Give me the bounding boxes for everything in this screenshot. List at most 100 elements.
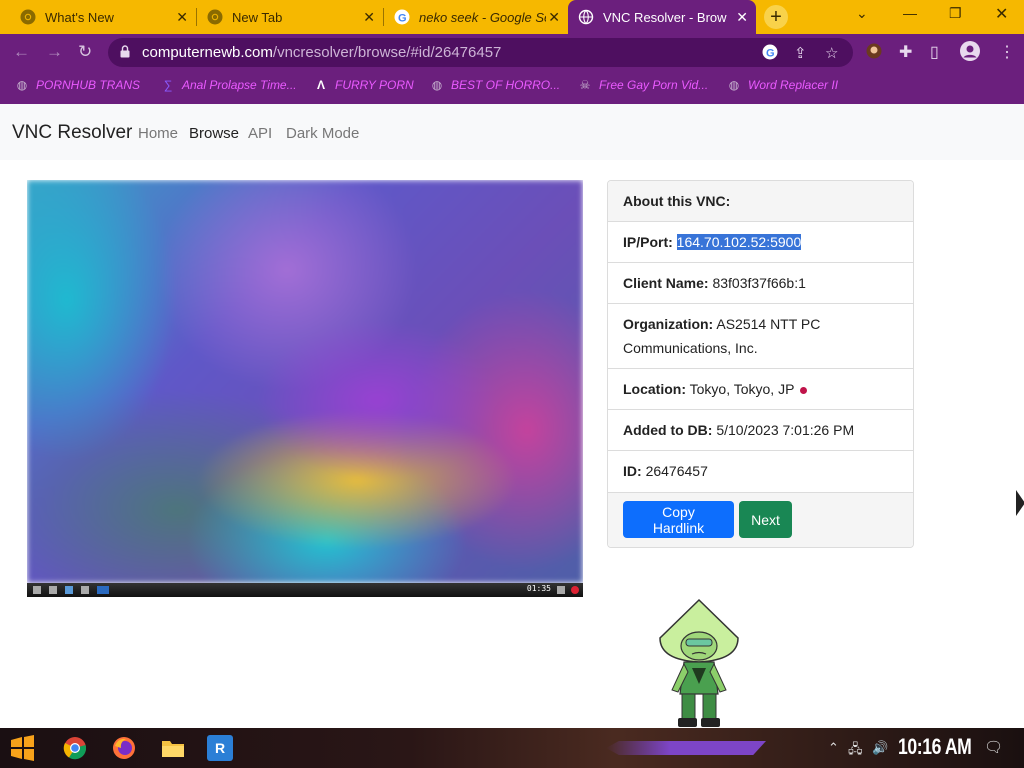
chevron-down-icon[interactable]: ⌄ <box>856 5 868 22</box>
tab-title: New Tab <box>232 9 283 25</box>
network-icon[interactable]: 🖧 <box>848 740 863 762</box>
tab-new-tab[interactable]: New Tab ✕ <box>197 0 383 34</box>
nav-home[interactable]: Home <box>138 125 178 142</box>
address-bar[interactable]: computernewb.com/vncresolver/browse/#id/… <box>108 38 853 67</box>
lambda-icon: Λ <box>316 78 325 92</box>
bookmark-item[interactable]: ◍ PORNHUB TRANS <box>15 78 140 92</box>
mascot-character-image <box>659 598 739 727</box>
vnc-tray-icon <box>33 586 41 594</box>
tab-title: VNC Resolver - Brows <box>603 9 727 25</box>
chrome-icon <box>20 9 36 25</box>
vnc-tray-icon <box>49 586 57 594</box>
system-clock[interactable]: 10:16 AM <box>898 734 972 760</box>
vnc-tray-icon <box>97 586 109 594</box>
side-panel-icon[interactable]: ▯ <box>930 42 939 62</box>
bookmark-item[interactable]: ◍ BEST OF HORRO... <box>430 78 560 92</box>
card-footer: Copy Hardlink Next <box>608 493 913 547</box>
row-label: Organization: <box>623 316 714 332</box>
minimize-icon[interactable]: — <box>903 5 917 21</box>
info-row-location: Location: Tokyo, Tokyo, JP <box>608 369 913 410</box>
firefox-taskbar-icon[interactable] <box>110 734 138 762</box>
row-value: 26476457 <box>645 463 708 479</box>
row-text: Client Name: 83f03f37f66b:1 <box>623 271 903 295</box>
bookmark-label: FURRY PORN <box>335 78 414 92</box>
vnc-tray-icon <box>65 586 73 594</box>
new-tab-button[interactable]: + <box>764 5 788 29</box>
url-path: /vncresolver/browse/#id/26476457 <box>272 44 502 61</box>
row-label: ID: <box>623 463 642 479</box>
site-navbar: VNC Resolver Home Browse API Dark Mode <box>0 104 1024 160</box>
notifications-icon[interactable]: 🗨 <box>984 738 1003 756</box>
google-icon: G <box>394 9 410 25</box>
tab-vnc-resolver[interactable]: VNC Resolver - Brows ✕ <box>568 0 756 34</box>
vnc-tray-icon <box>81 586 89 594</box>
tab-whats-new[interactable]: What's New ✕ <box>10 0 196 34</box>
site-brand[interactable]: VNC Resolver <box>12 122 132 144</box>
forward-icon[interactable]: → <box>46 42 63 62</box>
next-button[interactable]: Next <box>739 501 792 538</box>
tab-strip: What's New ✕ New Tab ✕ G neko seek - Goo… <box>0 0 1024 34</box>
bookmark-icon: ∑ <box>163 78 173 92</box>
decorative-tray-bar <box>606 741 766 755</box>
bookmark-item[interactable]: Λ FURRY PORN <box>314 78 414 92</box>
url-text: computernewb.com/vncresolver/browse/#id/… <box>142 44 501 61</box>
row-text: Location: Tokyo, Tokyo, JP <box>623 377 903 401</box>
start-button-icon[interactable] <box>8 734 36 762</box>
bookmark-item[interactable]: ☠ Free Gay Porn Vid... <box>578 78 709 92</box>
nav-dark-mode[interactable]: Dark Mode <box>286 125 359 142</box>
chevron-up-icon[interactable]: ⌃ <box>828 740 839 756</box>
remote-desktop-icon[interactable]: R <box>207 735 233 761</box>
avatar-extension-icon[interactable] <box>866 43 882 64</box>
reload-icon[interactable]: ↻ <box>78 42 92 62</box>
row-value: 83f03f37f66b:1 <box>712 275 806 291</box>
tab-title: What's New <box>45 9 114 25</box>
power-icon <box>571 586 579 594</box>
info-row-ip-port: IP/Port: 164.70.102.52:5900 <box>608 222 913 263</box>
bookmark-item[interactable]: ◍ Word Replacer II <box>727 78 838 92</box>
card-header: About this VNC: <box>608 181 913 222</box>
bookmark-label: BEST OF HORRO... <box>451 78 561 92</box>
chrome-taskbar-icon[interactable] <box>61 734 89 762</box>
maximize-icon[interactable]: ❐ <box>949 5 962 22</box>
row-value: Tokyo, Tokyo, JP <box>689 381 795 397</box>
bookmark-item[interactable]: ∑ Anal Prolapse Time... <box>161 78 297 92</box>
bookmark-label: PORNHUB TRANS <box>36 78 141 92</box>
ip-port-value[interactable]: 164.70.102.52:5900 <box>676 234 802 250</box>
svg-text:G: G <box>398 13 407 25</box>
tab-neko-seek[interactable]: G neko seek - Google Se ✕ <box>384 0 568 34</box>
file-explorer-icon[interactable] <box>159 734 187 762</box>
vnc-info-card: About this VNC: IP/Port: 164.70.102.52:5… <box>607 180 914 548</box>
copy-hardlink-button[interactable]: Copy Hardlink <box>623 501 734 538</box>
svg-text:G: G <box>766 48 775 60</box>
puzzle-icon[interactable]: ✚ <box>899 42 912 62</box>
close-icon[interactable]: ✕ <box>736 9 748 25</box>
browser-toolbar: ← → ↻ computernewb.com/vncresolver/brows… <box>0 34 1024 71</box>
nav-browse[interactable]: Browse <box>189 125 239 142</box>
row-label: Client Name: <box>623 275 709 291</box>
row-label: Location: <box>623 381 686 397</box>
back-icon[interactable]: ← <box>13 42 30 62</box>
info-row-client-name: Client Name: 83f03f37f66b:1 <box>608 263 913 304</box>
vnc-tray-icon <box>557 586 565 594</box>
nav-api[interactable]: API <box>248 125 272 142</box>
globe-icon: ◍ <box>431 78 443 92</box>
share-icon[interactable]: ⇪ <box>794 44 807 62</box>
close-window-icon[interactable]: ✕ <box>995 4 1008 24</box>
close-icon[interactable]: ✕ <box>176 9 188 25</box>
row-text: ID: 26476457 <box>623 459 903 483</box>
close-icon[interactable]: ✕ <box>363 9 375 25</box>
volume-icon[interactable]: 🔊 <box>872 740 888 756</box>
bookmark-label: Anal Prolapse Time... <box>182 78 297 92</box>
vnc-screenshot: 01:35 <box>27 180 583 597</box>
profile-icon[interactable] <box>960 41 980 66</box>
lock-icon <box>120 45 130 58</box>
row-text: Organization: AS2514 NTT PC Communicatio… <box>623 312 903 360</box>
bookmark-label: Word Replacer II <box>748 78 839 92</box>
menu-kebab-icon[interactable]: ⋮ <box>999 42 1015 62</box>
bookmark-label: Free Gay Porn Vid... <box>599 78 709 92</box>
row-label: Added to DB: <box>623 422 713 438</box>
google-lens-icon[interactable]: G <box>762 44 778 64</box>
bookmarks-bar: ◍ PORNHUB TRANS ∑ Anal Prolapse Time... … <box>0 71 1024 104</box>
close-icon[interactable]: ✕ <box>548 9 560 25</box>
star-icon[interactable]: ☆ <box>825 44 838 62</box>
